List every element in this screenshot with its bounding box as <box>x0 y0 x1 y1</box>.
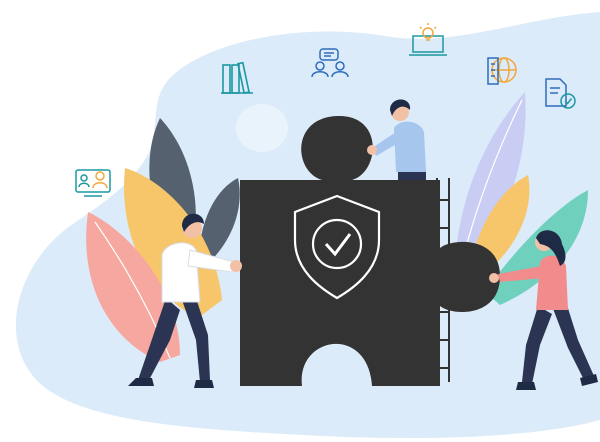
scene-svg <box>15 12 600 439</box>
video-call-icon <box>75 169 111 197</box>
floor-shadow-right <box>490 382 590 392</box>
floor-shadow-small <box>294 409 366 415</box>
blob-highlight <box>236 104 288 152</box>
floor-shadow-small-2 <box>408 406 452 412</box>
illustration <box>0 0 600 442</box>
